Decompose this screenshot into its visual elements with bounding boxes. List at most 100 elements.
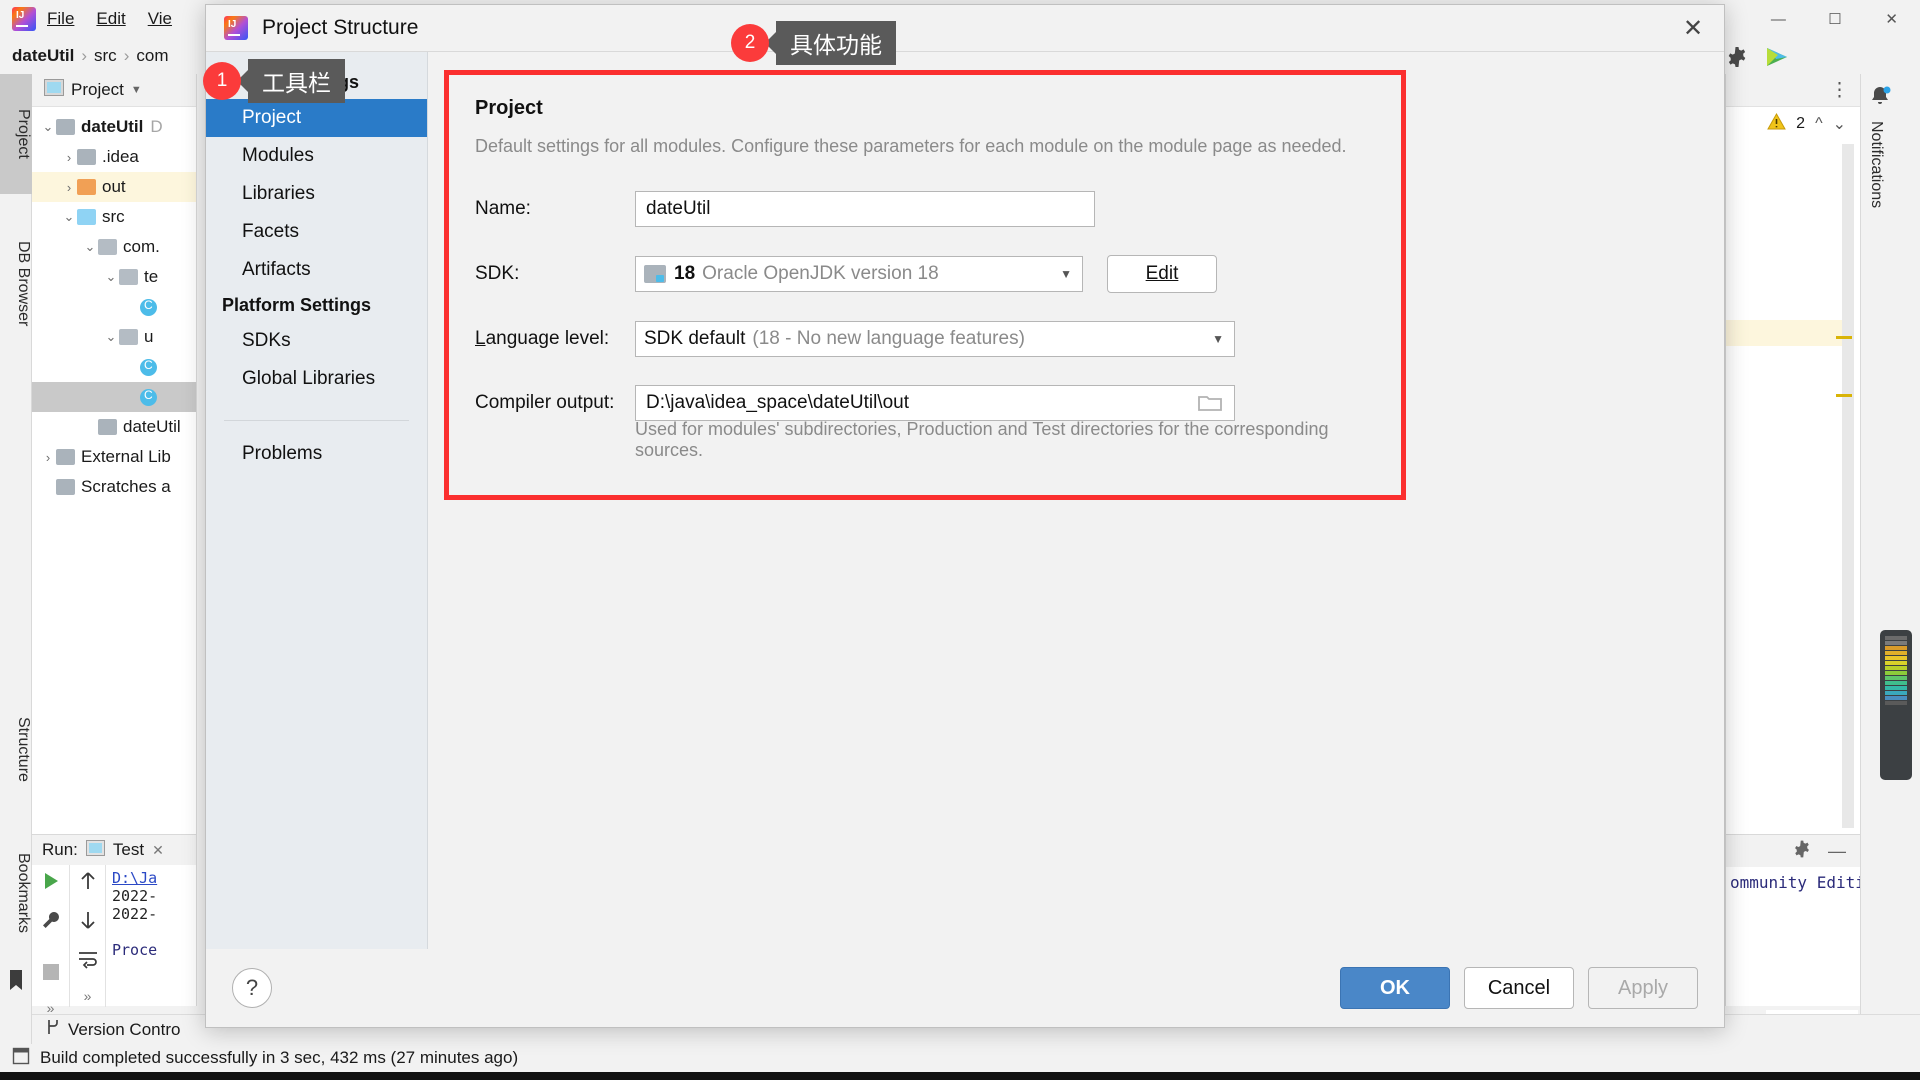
language-level-combobox[interactable]: SDK default (18 - No new language featur…: [635, 321, 1235, 357]
compiler-output-input[interactable]: D:\java\idea_space\dateUtil\out: [635, 385, 1235, 421]
browse-folder-icon[interactable]: [1198, 393, 1224, 413]
sidebar-tab-bookmarks[interactable]: Bookmarks: [0, 821, 32, 966]
tree-row[interactable]: ⌄ src: [32, 202, 196, 232]
terminal-header: —: [1726, 835, 1860, 867]
gear-icon[interactable]: [1792, 839, 1812, 864]
dialog-title: Project Structure: [262, 16, 418, 40]
package-icon: [119, 329, 138, 345]
color-density-strip: [1880, 630, 1912, 780]
taskbar-strip: [0, 1072, 1920, 1080]
chevron-down-icon[interactable]: ⌄: [40, 119, 56, 135]
console-line: Proce: [112, 941, 190, 959]
tree-row[interactable]: ›out: [32, 172, 196, 202]
breadcrumb-item-src[interactable]: src: [94, 46, 117, 66]
console-line: 2022-: [112, 887, 190, 905]
sidebar-item-libraries[interactable]: Libraries: [206, 175, 427, 213]
menu-view[interactable]: Vie: [137, 5, 183, 33]
chevron-right-icon[interactable]: ›: [40, 450, 56, 465]
apply-button[interactable]: Apply: [1588, 967, 1698, 1009]
sidebar-item-facets[interactable]: Facets: [206, 213, 427, 251]
sidebar-item-global-libraries[interactable]: Global Libraries: [206, 360, 427, 398]
version-control-label[interactable]: Version Contro: [68, 1020, 180, 1040]
run-tab-test[interactable]: Test: [113, 840, 144, 860]
menu-edit-label: Edit: [96, 9, 125, 28]
language-level-value: SDK default: [644, 328, 745, 350]
sidebar-item-problems[interactable]: Problems: [206, 435, 427, 473]
help-button[interactable]: ?: [232, 968, 272, 1008]
updates-icon[interactable]: [1764, 44, 1790, 70]
project-name-input[interactable]: dateUtil: [635, 191, 1095, 227]
arrow-down-icon[interactable]: [79, 910, 97, 935]
chevron-down-icon[interactable]: ▼: [131, 84, 142, 96]
more-nav-icon[interactable]: »: [84, 988, 92, 1008]
sdk-edit-button[interactable]: Edit: [1107, 255, 1217, 293]
run-tool-header: Run: Test ✕: [32, 835, 196, 865]
tree-row[interactable]: ⌄u: [32, 322, 196, 352]
close-icon[interactable]: ✕: [152, 842, 164, 859]
dialog-close-button[interactable]: ✕: [1662, 5, 1724, 51]
tree-row-label: dateUtil: [123, 417, 181, 437]
name-label: Name:: [475, 198, 635, 220]
run-body: » » D:\Ja 2022- 202: [32, 865, 196, 1007]
menu-file[interactable]: File: [36, 5, 85, 33]
tree-row[interactable]: ⌄com.: [32, 232, 196, 262]
more-options-icon[interactable]: ⋮: [1830, 79, 1850, 102]
tree-row[interactable]: ›.idea: [32, 142, 196, 172]
tree-row-label: src: [102, 207, 125, 227]
chevron-down-icon[interactable]: ⌄: [103, 269, 119, 285]
soft-wrap-icon[interactable]: [78, 949, 98, 974]
status-bar: Build completed successfully in 3 sec, 4…: [0, 1044, 1920, 1072]
maximize-button[interactable]: ☐: [1812, 0, 1858, 38]
console-line: 2022-: [112, 905, 190, 923]
tree-row[interactable]: Scratches a: [32, 472, 196, 502]
bookmark-icon: [7, 969, 25, 996]
sidebar-item-project[interactable]: Project: [206, 99, 427, 137]
rerun-icon[interactable]: [41, 871, 61, 896]
tree-row[interactable]: ›External Lib: [32, 442, 196, 472]
chevron-down-icon[interactable]: ⌄: [1833, 114, 1846, 134]
tree-row-label: dateUtil: [81, 117, 143, 137]
run-nav-column: »: [70, 865, 106, 1007]
chevron-down-icon[interactable]: ⌄: [61, 209, 77, 225]
menu-edit[interactable]: Edit: [85, 5, 136, 33]
sidebar-item-artifacts[interactable]: Artifacts: [206, 251, 427, 289]
editor-scrollbar[interactable]: [1842, 144, 1854, 828]
settings-wrench-icon[interactable]: [41, 910, 61, 935]
sdk-combobox[interactable]: 18 Oracle OpenJDK version 18 ▼: [635, 256, 1083, 292]
tree-row[interactable]: dateUtil: [32, 412, 196, 442]
cancel-button[interactable]: Cancel: [1464, 967, 1574, 1009]
tree-row[interactable]: [32, 292, 196, 322]
panel-description: Default settings for all modules. Config…: [475, 136, 1375, 157]
tree-row[interactable]: [32, 382, 196, 412]
chevron-up-icon[interactable]: ^: [1815, 115, 1823, 133]
tree-row[interactable]: ⌄dateUtilD: [32, 112, 196, 142]
breadcrumb-item-com[interactable]: com: [136, 46, 168, 66]
source-folder-icon: [77, 209, 96, 225]
chevron-down-icon[interactable]: ⌄: [103, 329, 119, 345]
stop-process-icon[interactable]: [42, 963, 60, 986]
ok-button[interactable]: OK: [1340, 967, 1450, 1009]
minimize-button[interactable]: —: [1755, 0, 1801, 38]
sidebar-item-modules[interactable]: Modules: [206, 137, 427, 175]
bell-icon: [1867, 95, 1893, 114]
arrow-up-icon[interactable]: [79, 871, 97, 896]
close-window-button[interactable]: ✕: [1869, 0, 1915, 38]
tree-row[interactable]: [32, 352, 196, 382]
minimize-icon[interactable]: —: [1828, 841, 1846, 862]
annotation-badge-1: 1: [203, 62, 241, 100]
chevron-right-icon[interactable]: ›: [61, 150, 77, 165]
sidebar-tab-project[interactable]: Project: [0, 74, 32, 194]
sidebar-item-sdks[interactable]: SDKs: [206, 322, 427, 360]
annotation-callout-1: 工具栏: [248, 59, 345, 103]
sidebar-tab-db-browser[interactable]: DB Browser: [0, 204, 32, 364]
gear-icon[interactable]: [1724, 44, 1750, 70]
intellij-logo-icon: [12, 7, 36, 31]
chevron-right-icon[interactable]: ›: [61, 180, 77, 195]
tree-row-label: te: [144, 267, 158, 287]
sidebar-tab-notifications[interactable]: Notifications: [1867, 84, 1915, 208]
tree-row[interactable]: ⌄ te: [32, 262, 196, 292]
window-controls: — ☐ ✕: [1750, 0, 1920, 38]
sidebar-tab-structure[interactable]: Structure: [0, 684, 32, 814]
chevron-down-icon[interactable]: ⌄: [82, 239, 98, 255]
breadcrumb-item-project[interactable]: dateUtil: [12, 46, 74, 66]
